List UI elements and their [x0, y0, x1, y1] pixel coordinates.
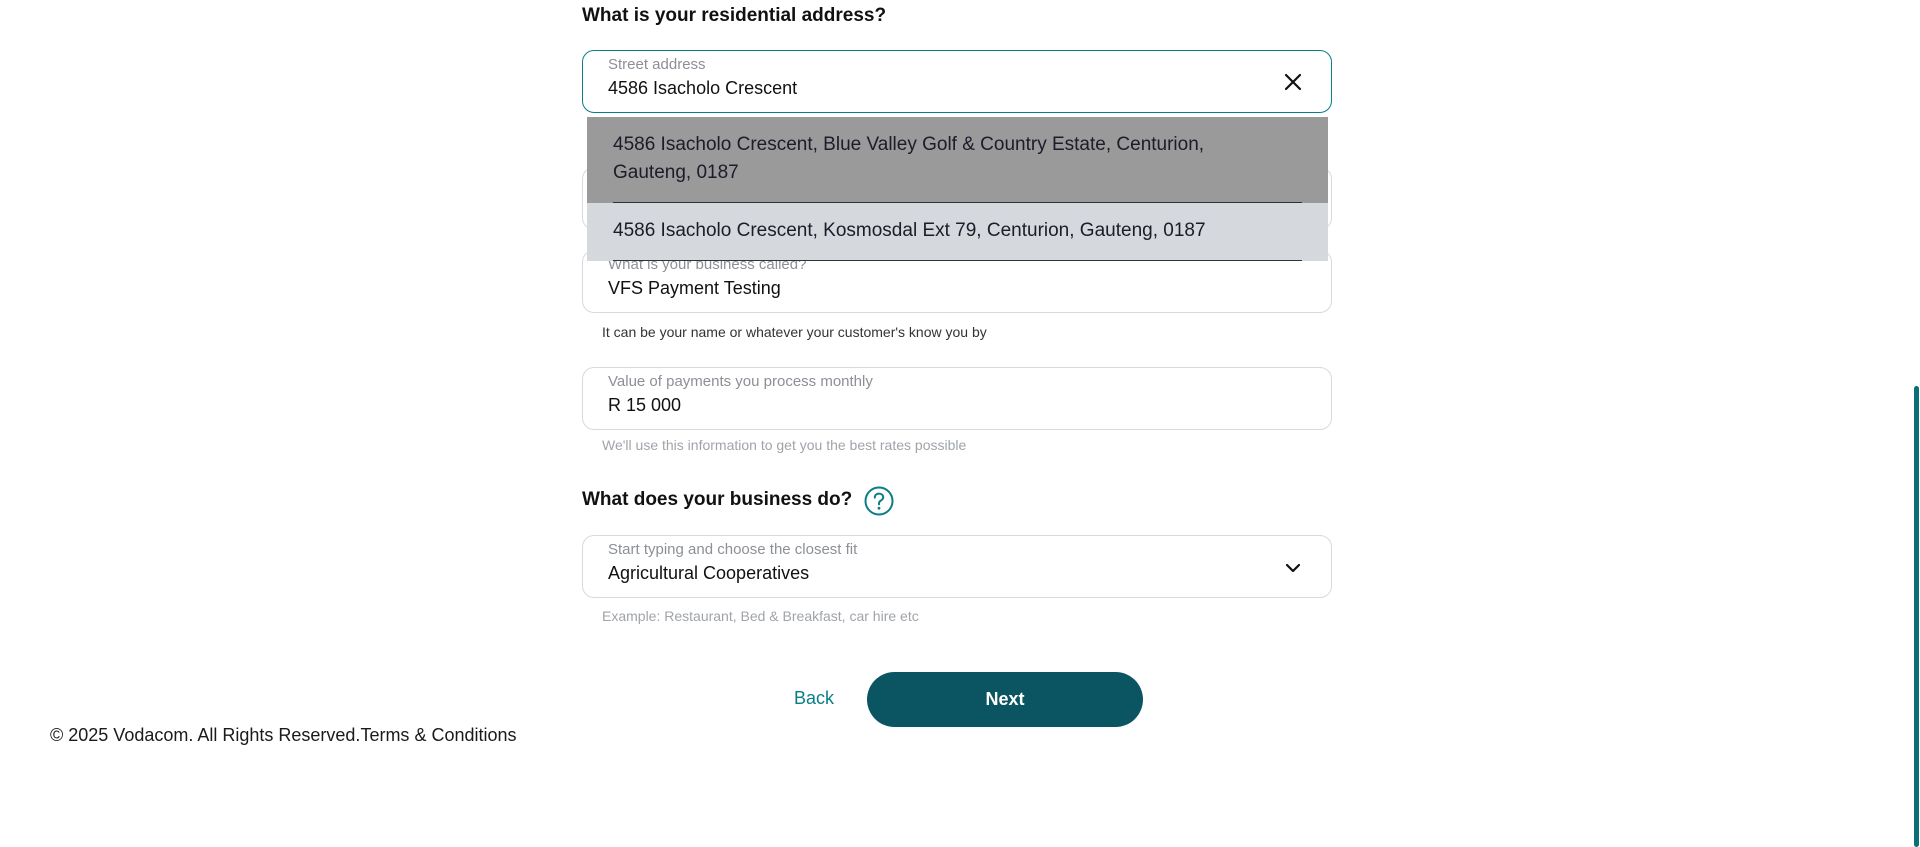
chevron-down-icon[interactable] — [1281, 556, 1305, 580]
divider — [613, 260, 1302, 261]
address-suggestion-text: 4586 Isacholo Crescent, Kosmosdal Ext 79… — [613, 220, 1206, 241]
street-address-label: Street address — [608, 56, 706, 73]
business-type-field[interactable]: Start typing and choose the closest fit … — [582, 535, 1332, 598]
address-question: What is your residential address? — [582, 5, 887, 26]
next-button[interactable]: Next — [867, 672, 1143, 727]
street-address-input[interactable]: 4586 Isacholo Crescent — [608, 78, 797, 99]
address-suggestion-text: 4586 Isacholo Crescent, Blue Valley Golf… — [613, 134, 1205, 183]
address-suggestion[interactable]: 4586 Isacholo Crescent, Blue Valley Golf… — [587, 117, 1328, 203]
business-type-label: Start typing and choose the closest fit — [608, 541, 858, 558]
business-type-hint: Example: Restaurant, Bed & Breakfast, ca… — [602, 608, 919, 624]
business-name-input[interactable]: VFS Payment Testing — [608, 278, 781, 299]
address-suggestion[interactable]: 4586 Isacholo Crescent, Kosmosdal Ext 79… — [587, 203, 1328, 261]
monthly-value-label: Value of payments you process monthly — [608, 373, 873, 390]
terms-link[interactable]: Terms & Conditions — [360, 725, 516, 745]
copyright-text: © 2025 Vodacom. All Rights Reserved. — [50, 725, 361, 745]
scrollbar-thumb[interactable] — [1914, 386, 1919, 847]
monthly-value-hint: We'll use this information to get you th… — [602, 437, 967, 453]
monthly-value-field[interactable]: Value of payments you process monthly R … — [582, 367, 1332, 430]
close-icon[interactable] — [1281, 70, 1305, 94]
page: What is your residential address? Street… — [0, 0, 1920, 847]
business-type-input[interactable]: Agricultural Cooperatives — [608, 563, 809, 584]
business-name-hint: It can be your name or whatever your cus… — [602, 324, 987, 340]
back-button[interactable]: Back — [794, 688, 834, 709]
help-icon[interactable] — [863, 485, 895, 517]
address-suggestions-dropdown: 4586 Isacholo Crescent, Blue Valley Golf… — [587, 117, 1328, 261]
business-type-question: What does your business do? — [582, 489, 853, 510]
monthly-value-input[interactable]: R 15 000 — [608, 395, 681, 416]
footer: © 2025 Vodacom. All Rights Reserved.Term… — [50, 725, 517, 746]
street-address-field[interactable]: Street address 4586 Isacholo Crescent — [582, 50, 1332, 113]
